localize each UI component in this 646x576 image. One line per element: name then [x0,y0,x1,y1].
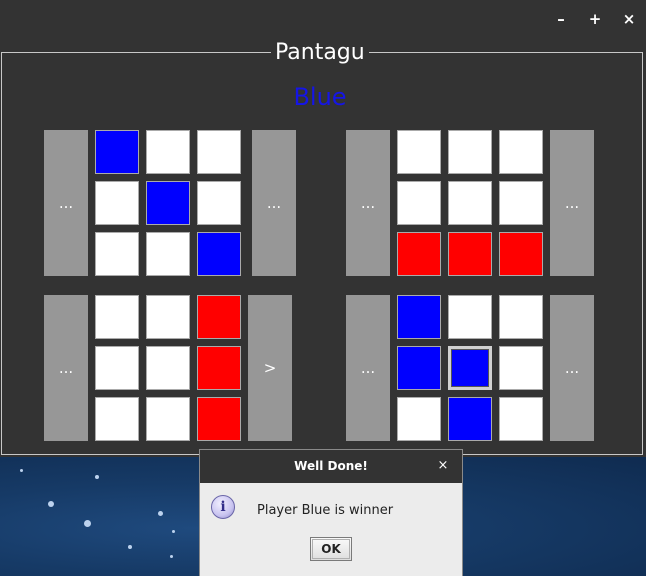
board-cell-white[interactable] [499,346,543,390]
board-cell-red[interactable] [197,397,241,441]
board-cell-white[interactable] [95,397,139,441]
board-cell-white[interactable] [397,181,441,225]
board-cell-white[interactable] [146,397,190,441]
board-cell-blue[interactable] [448,397,492,441]
board-cell-white[interactable] [95,181,139,225]
maximize-button[interactable]: + [586,10,604,28]
board-cell-white[interactable] [448,181,492,225]
board-cell-white[interactable] [95,346,139,390]
board-cell-red[interactable] [397,232,441,276]
board-cell-white[interactable] [197,181,241,225]
board-cell-white[interactable] [146,130,190,174]
board-cell-white[interactable] [146,346,190,390]
minimize-button[interactable]: – [552,10,570,28]
desktop-star [158,511,163,516]
desktop-star [84,520,91,527]
dialog-message: Player Blue is winner [257,503,394,518]
board-cell-red[interactable] [197,295,241,339]
board-cell-white[interactable] [397,130,441,174]
info-icon: i [211,495,235,519]
board-cell-white[interactable] [499,181,543,225]
board-cell-white[interactable] [448,295,492,339]
ok-button[interactable]: OK [310,537,352,561]
desktop-star [48,501,54,507]
board-cell-white[interactable] [95,232,139,276]
rotate-right-button-bottom-right[interactable]: ... [550,295,594,441]
board-cell-white[interactable] [95,295,139,339]
board-cell-white[interactable] [499,397,543,441]
board-cell-blue[interactable] [146,181,190,225]
board-cell-white[interactable] [397,397,441,441]
panel-title: Pantagu [271,38,369,68]
desktop-star [95,475,99,479]
board-cell-white[interactable] [146,295,190,339]
rotate-left-button-top-right[interactable]: ... [346,130,390,276]
board-cell-white[interactable] [197,130,241,174]
board-cell-white[interactable] [499,130,543,174]
dialog-close-icon[interactable]: × [436,458,450,474]
rotate-right-button-top-left[interactable]: ... [252,130,296,276]
desktop-star [20,469,23,472]
rotate-right-button-top-right[interactable]: ... [550,130,594,276]
dialog-title: Well Done! [200,450,462,483]
winner-dialog: Well Done! × i Player Blue is winner OK [200,450,462,576]
desktop-star [128,545,132,549]
rotate-left-button-bottom-right[interactable]: ... [346,295,390,441]
board-cell-blue[interactable] [95,130,139,174]
board-cell-red[interactable] [448,232,492,276]
rotate-right-button-bottom-left[interactable]: > [248,295,292,441]
window-titlebar[interactable]: – + × [0,0,646,38]
board-cell-blue[interactable] [397,346,441,390]
board-cell-blue[interactable] [397,295,441,339]
board-cell-white[interactable] [448,130,492,174]
desktop-star [172,530,175,533]
board-cell-white[interactable] [499,295,543,339]
close-button[interactable]: × [620,10,638,28]
board-cell-red[interactable] [197,346,241,390]
board-cell-red[interactable] [499,232,543,276]
board-cell-white[interactable] [146,232,190,276]
current-player-label: Blue [293,83,347,111]
board-cell-blue[interactable] [197,232,241,276]
rotate-left-button-bottom-left[interactable]: ... [44,295,88,441]
game-window: – + × Pantagu Blue ............... >.....… [0,0,646,457]
board-cell-blue[interactable] [448,346,492,390]
rotate-left-button-top-left[interactable]: ... [44,130,88,276]
desktop-star [170,555,173,558]
